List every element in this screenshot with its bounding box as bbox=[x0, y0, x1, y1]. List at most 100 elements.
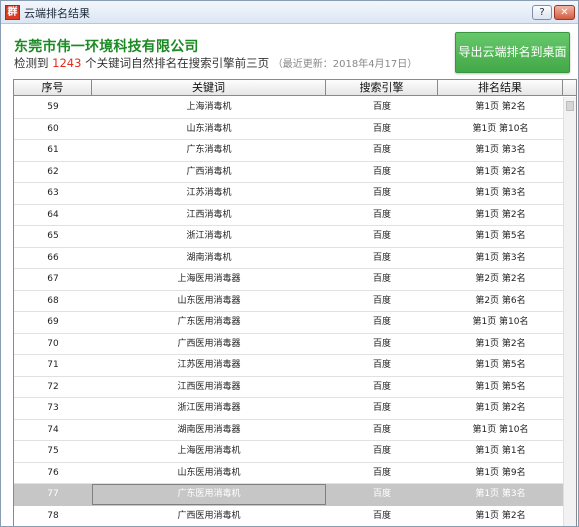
cell-keyword: 浙江医用消毒器 bbox=[177, 403, 241, 413]
table-row[interactable]: 66 湖南消毒机 百度 第1页 第3名 bbox=[14, 247, 563, 269]
table-row[interactable]: 62 广西消毒机 百度 第1页 第2名 bbox=[14, 161, 563, 183]
cell-engine: 百度 bbox=[372, 317, 391, 327]
cell-keyword: 上海医用消毒器 bbox=[177, 274, 241, 284]
last-updated: （最近更新：2018年4月17日） bbox=[272, 59, 418, 70]
cell-result: 第1页 第2名 bbox=[475, 166, 526, 177]
cell-index: 61 bbox=[47, 145, 59, 155]
column-header-keyword[interactable]: 关键词 bbox=[92, 80, 326, 96]
keyword-count: 1243 bbox=[52, 56, 82, 70]
title-bar[interactable]: 群 云端排名结果 ? ✕ bbox=[1, 1, 578, 24]
cell-result: 第1页 第3名 bbox=[475, 145, 526, 155]
cell-index: 63 bbox=[47, 188, 59, 198]
table-row[interactable]: 61 广东消毒机 百度 第1页 第3名 bbox=[14, 140, 563, 162]
ranking-table: 序号 关键词 搜索引擎 排名结果 59 上海消毒机 百度 第1页 第2名 60 山东消毒机… bbox=[13, 79, 577, 526]
table-row[interactable]: 70 广西医用消毒器 百度 第1页 第2名 bbox=[14, 333, 563, 355]
window-title: 云端排名结果 bbox=[24, 7, 90, 20]
cell-index: 60 bbox=[47, 123, 59, 134]
cell-engine: 百度 bbox=[372, 188, 391, 198]
cell-keyword: 江西医用消毒器 bbox=[177, 381, 241, 392]
cell-engine: 百度 bbox=[372, 446, 391, 456]
cell-keyword: 广东消毒机 bbox=[186, 145, 232, 155]
cell-result: 第1页 第5名 bbox=[475, 231, 526, 241]
summary-suffix: 个关键词自然排名在搜索引擎前三页 bbox=[85, 56, 270, 70]
cell-result: 第1页 第10名 bbox=[472, 317, 529, 327]
cell-index: 64 bbox=[47, 209, 59, 220]
table-row[interactable]: 59 上海消毒机 百度 第1页 第2名 bbox=[14, 97, 563, 119]
table-row[interactable]: 68 山东医用消毒器 百度 第2页 第6名 bbox=[14, 290, 563, 312]
cell-keyword: 广西医用消毒机 bbox=[177, 510, 241, 521]
cell-engine: 百度 bbox=[372, 510, 391, 521]
cell-keyword: 广东医用消毒器 bbox=[177, 317, 241, 327]
table-row[interactable]: 63 江苏消毒机 百度 第1页 第3名 bbox=[14, 183, 563, 205]
cell-engine: 百度 bbox=[372, 360, 391, 370]
cell-engine: 百度 bbox=[372, 489, 391, 499]
cell-index: 66 bbox=[47, 252, 59, 263]
cell-keyword: 湖南消毒机 bbox=[186, 252, 232, 263]
help-button[interactable]: ? bbox=[532, 5, 552, 20]
cell-result: 第1页 第5名 bbox=[475, 381, 526, 392]
cell-engine: 百度 bbox=[372, 145, 391, 155]
table-row[interactable]: 65 浙江消毒机 百度 第1页 第5名 bbox=[14, 226, 563, 248]
table-row[interactable]: 69 广东医用消毒器 百度 第1页 第10名 bbox=[14, 312, 563, 334]
scrollbar-thumb[interactable] bbox=[566, 101, 574, 111]
cell-keyword: 上海医用消毒机 bbox=[177, 446, 241, 456]
cell-index: 77 bbox=[47, 489, 59, 499]
company-name: 东莞市伟一环境科技有限公司 bbox=[14, 39, 199, 55]
cell-keyword: 山东消毒机 bbox=[186, 123, 232, 134]
cell-keyword: 湖南医用消毒器 bbox=[177, 424, 241, 435]
cell-engine: 百度 bbox=[372, 381, 391, 392]
cell-index: 75 bbox=[47, 446, 59, 456]
cell-engine: 百度 bbox=[372, 209, 391, 220]
table-row[interactable]: 67 上海医用消毒器 百度 第2页 第2名 bbox=[14, 269, 563, 291]
cell-keyword: 浙江消毒机 bbox=[186, 231, 232, 241]
table-row[interactable]: 76 山东医用消毒机 百度 第1页 第9名 bbox=[14, 462, 563, 484]
cell-result: 第1页 第3名 bbox=[475, 489, 526, 499]
app-icon: 群 bbox=[5, 5, 20, 20]
table-row[interactable]: 75 上海医用消毒机 百度 第1页 第1名 bbox=[14, 441, 563, 463]
cell-result: 第1页 第2名 bbox=[475, 510, 526, 521]
table-row[interactable]: 73 浙江医用消毒器 百度 第1页 第2名 bbox=[14, 398, 563, 420]
column-header-index[interactable]: 序号 bbox=[14, 80, 92, 96]
table-row[interactable]: 74 湖南医用消毒器 百度 第1页 第10名 bbox=[14, 419, 563, 441]
export-to-desktop-button[interactable]: 导出云端排名到桌面 bbox=[455, 32, 570, 73]
cell-keyword: 广西消毒机 bbox=[186, 166, 232, 177]
cell-result: 第1页 第2名 bbox=[475, 102, 526, 112]
cell-engine: 百度 bbox=[372, 274, 391, 284]
table-row[interactable]: 71 江苏医用消毒器 百度 第1页 第5名 bbox=[14, 355, 563, 377]
column-header-engine[interactable]: 搜索引擎 bbox=[326, 80, 438, 96]
cell-index: 71 bbox=[47, 360, 59, 370]
cell-keyword: 江苏消毒机 bbox=[186, 188, 232, 198]
table-row[interactable]: 78 广西医用消毒机 百度 第1页 第2名 bbox=[14, 505, 563, 526]
cell-index: 74 bbox=[47, 424, 59, 435]
cell-keyword: 江西消毒机 bbox=[186, 209, 232, 220]
cell-index: 69 bbox=[47, 317, 59, 327]
cell-engine: 百度 bbox=[372, 231, 391, 241]
cell-result: 第1页 第5名 bbox=[475, 360, 526, 370]
cell-keyword: 山东医用消毒机 bbox=[177, 467, 241, 478]
cell-index: 73 bbox=[47, 403, 59, 413]
table-header: 序号 关键词 搜索引擎 排名结果 bbox=[14, 80, 576, 96]
cell-keyword: 上海消毒机 bbox=[186, 102, 232, 112]
summary-line: 检测到 1243 个关键词自然排名在搜索引擎前三页 （最近更新：2018年4月1… bbox=[14, 55, 417, 71]
cell-result: 第1页 第9名 bbox=[475, 467, 526, 478]
close-button[interactable]: ✕ bbox=[554, 5, 575, 20]
cell-index: 70 bbox=[47, 338, 59, 349]
table-row[interactable]: 60 山东消毒机 百度 第1页 第10名 bbox=[14, 118, 563, 140]
vertical-scrollbar[interactable] bbox=[563, 97, 576, 526]
table-row[interactable]: 77 广东医用消毒机 百度 第1页 第3名 bbox=[14, 484, 563, 506]
cell-index: 68 bbox=[47, 295, 59, 306]
cell-engine: 百度 bbox=[372, 403, 391, 413]
cell-index: 76 bbox=[47, 467, 59, 478]
cell-engine: 百度 bbox=[372, 102, 391, 112]
summary-prefix: 检测到 bbox=[14, 56, 49, 70]
column-header-result[interactable]: 排名结果 bbox=[438, 80, 563, 96]
table-row[interactable]: 72 江西医用消毒器 百度 第1页 第5名 bbox=[14, 376, 563, 398]
table-row[interactable]: 64 江西消毒机 百度 第1页 第2名 bbox=[14, 204, 563, 226]
cell-engine: 百度 bbox=[372, 424, 391, 435]
cell-keyword: 江苏医用消毒器 bbox=[177, 360, 241, 370]
cell-result: 第1页 第2名 bbox=[475, 209, 526, 220]
cell-keyword: 广东医用消毒机 bbox=[92, 484, 326, 505]
cell-index: 62 bbox=[47, 166, 59, 177]
cell-index: 59 bbox=[47, 102, 59, 112]
cell-result: 第2页 第2名 bbox=[475, 274, 526, 284]
